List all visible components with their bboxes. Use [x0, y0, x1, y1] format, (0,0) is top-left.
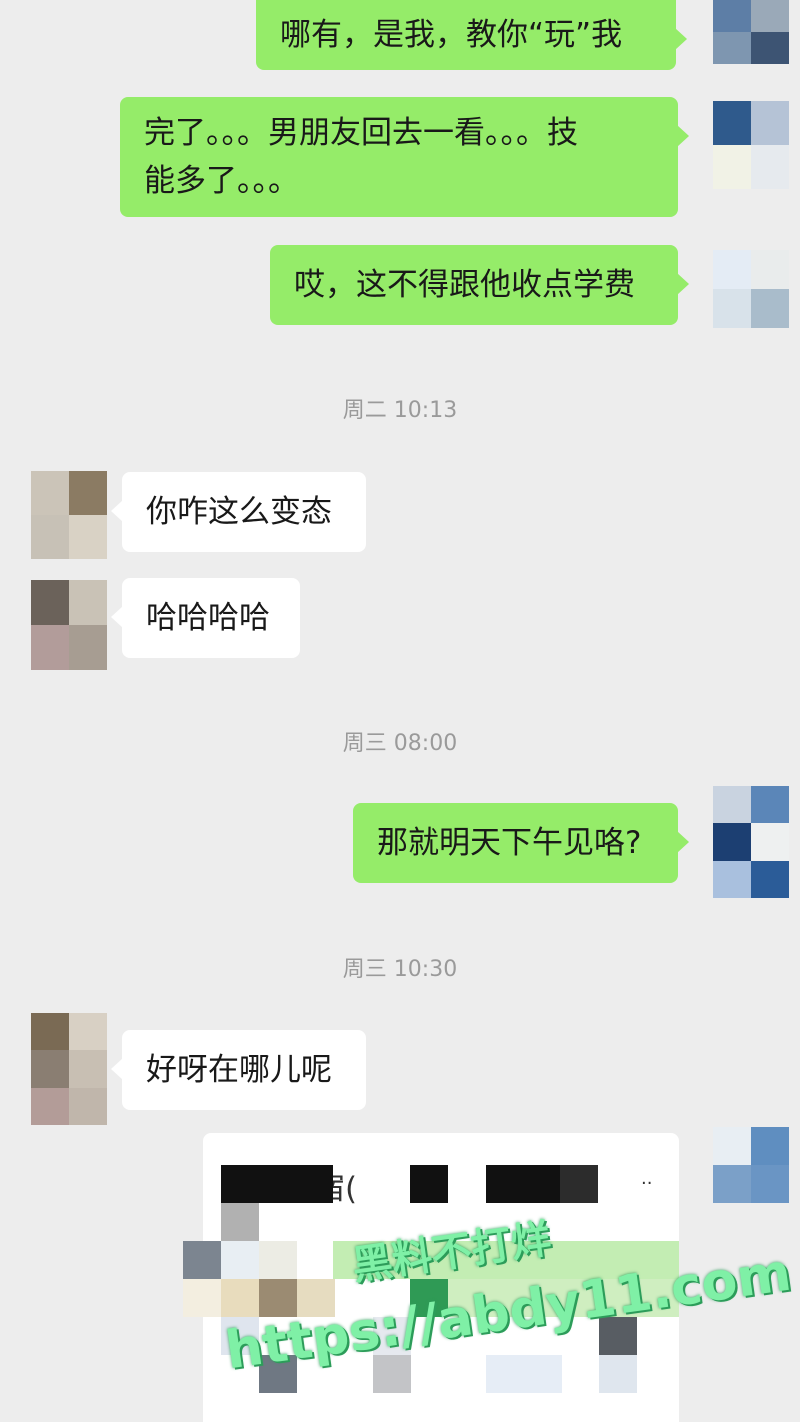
avatar-contact[interactable]	[31, 471, 107, 559]
avatar-contact[interactable]	[31, 580, 107, 670]
ellipsis-icon: ··	[641, 1173, 653, 1194]
mosaic-tile	[221, 1203, 259, 1241]
timestamp: 周三 08:00	[342, 731, 458, 756]
timestamp: 周三 10:30	[342, 957, 458, 982]
message-bubble-outgoing[interactable]: 完了。。。男朋友回去一看。。。技 能多了。。。	[120, 97, 689, 217]
avatar-contact[interactable]	[31, 1013, 107, 1125]
avatar-self[interactable]	[713, 786, 789, 898]
mosaic-tile	[221, 1241, 259, 1279]
mosaic-tile	[486, 1355, 562, 1393]
message-bubble-incoming[interactable]: 哈哈哈哈	[111, 578, 300, 658]
message-bubble-outgoing[interactable]: 那就明天下午见咯?	[353, 803, 689, 883]
message-text: 哪有，是我，教你“玩”我	[280, 17, 623, 53]
message-text: 你咋这么变态	[146, 494, 332, 530]
redaction-block	[410, 1165, 448, 1203]
redaction-block	[221, 1165, 333, 1203]
message-bubble-incoming[interactable]: 好呀在哪儿呢	[111, 1030, 366, 1110]
avatar-self[interactable]	[713, 250, 789, 328]
avatar-self[interactable]	[713, 101, 789, 189]
timestamp: 周二 10:13	[342, 398, 458, 423]
redaction-block	[560, 1165, 598, 1203]
message-text: 完了。。。男朋友回去一看。。。技 能多了。。。	[144, 115, 578, 199]
message-text: 那就明天下午见咯?	[377, 825, 642, 861]
message-bubble-incoming[interactable]: 你咋这么变态	[111, 472, 366, 552]
mosaic-tile	[221, 1279, 259, 1317]
message-bubble-outgoing[interactable]: 哪有，是我，教你“玩”我	[256, 0, 687, 70]
mosaic-tile	[373, 1355, 411, 1393]
avatar-self[interactable]	[713, 1127, 789, 1203]
mosaic-tile	[183, 1241, 221, 1279]
mosaic-tile	[599, 1355, 637, 1393]
message-text: 哈哈哈哈	[146, 600, 270, 636]
mosaic-tile	[183, 1279, 221, 1317]
message-bubble-outgoing[interactable]: 哎，这不得跟他收点学费	[270, 245, 689, 325]
avatar-self[interactable]	[713, 0, 789, 64]
message-text: 哎，这不得跟他收点学费	[294, 267, 635, 303]
mosaic-tile	[259, 1241, 297, 1279]
message-text: 好呀在哪儿呢	[146, 1052, 332, 1088]
